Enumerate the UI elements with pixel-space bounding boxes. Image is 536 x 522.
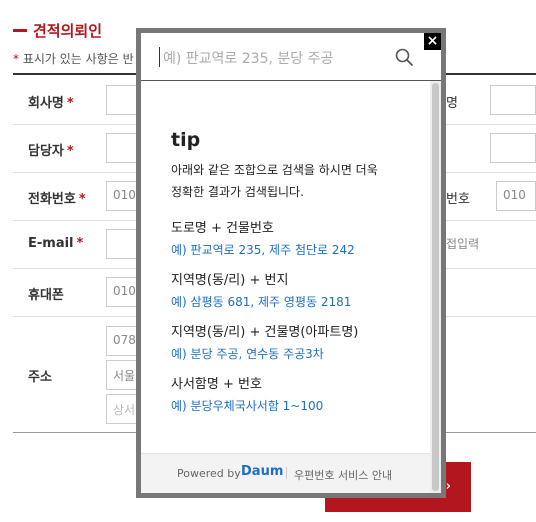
powered-by-text: Powered by: [177, 467, 241, 480]
example-head: 지역명(동/리) + 건물명(아파트명): [171, 325, 359, 340]
postcode-guide-link[interactable]: 우편번호 서비스 안내: [294, 467, 392, 483]
postcode-popup-frame: 예) 판교역로 235, 분당 주공 tip 아래와 같은 조합으로 검색을 하…: [136, 28, 446, 498]
address-label: 주소: [28, 370, 52, 385]
phone-input[interactable]: 010: [106, 181, 138, 211]
arrow-right-icon: ›: [445, 479, 451, 494]
right-phone-input[interactable]: 010: [496, 181, 536, 211]
text-caret: [159, 47, 160, 67]
required-star: *: [13, 52, 19, 66]
footer-divider: [286, 467, 287, 479]
daum-logo[interactable]: Daum: [241, 464, 283, 479]
mobile-label: 휴대폰: [28, 288, 64, 303]
address-detail-input[interactable]: 상서: [106, 394, 138, 424]
right-phone-label: 번호: [446, 192, 470, 207]
company-input[interactable]: [106, 85, 138, 115]
example-value: 예) 삼평동 681, 제주 영평동 2181: [171, 295, 352, 309]
title-bar: [13, 29, 27, 32]
example-value: 예) 판교역로 235, 제주 첨단로 242: [171, 243, 355, 257]
company-label: 회사명 *: [28, 96, 74, 111]
example-value: 예) 분당 주공, 연수동 주공3차: [171, 347, 324, 361]
email-input[interactable]: [106, 229, 138, 259]
search-icon[interactable]: [394, 47, 414, 67]
popup-footer: Powered by Daum 우편번호 서비스 안내: [141, 453, 430, 493]
email-domain-hint: 접입력: [446, 237, 480, 251]
mobile-input[interactable]: 010: [106, 277, 138, 307]
email-label: E-mail *: [28, 236, 84, 251]
close-button[interactable]: ×: [424, 33, 441, 50]
manager-input[interactable]: [106, 133, 138, 163]
phone-label: 전화번호 *: [28, 192, 86, 207]
postcode-popup: 예) 판교역로 235, 분당 주공 tip 아래와 같은 조합으로 검색을 하…: [141, 33, 441, 493]
postcode-input[interactable]: 078: [106, 326, 138, 356]
notice-text: 표시가 있는 사항은 반: [22, 52, 134, 66]
page: 견적의뢰인 * 표시가 있는 사항은 반 회사명 * 명 담당자 * 전화번호 * 0…: [0, 0, 536, 522]
scrollbar-thumb[interactable]: [432, 83, 439, 491]
example-value: 예) 분당우체국사서함 1~100: [171, 399, 324, 413]
search-bar: 예) 판교역로 235, 분당 주공: [141, 33, 441, 81]
close-icon: ×: [426, 33, 439, 49]
section-title: 견적의뢰인: [13, 20, 102, 41]
section-title-text: 견적의뢰인: [33, 22, 103, 40]
example-head: 사서함명 + 번호: [171, 377, 262, 392]
example-head: 도로명 + 건물번호: [171, 221, 274, 236]
right-input-2[interactable]: [490, 133, 536, 163]
example-head: 지역명(동/리) + 번지: [171, 273, 289, 288]
tip-description: 아래와 같은 조합으로 검색을 하시면 더욱 정확한 결과가 검색됩니다.: [171, 163, 378, 199]
popup-scrollbar[interactable]: [430, 81, 441, 493]
manager-label: 담당자 *: [28, 144, 74, 159]
required-notice: * 표시가 있는 사항은 반: [13, 50, 134, 67]
search-input[interactable]: 예) 판교역로 235, 분당 주공: [163, 48, 333, 68]
right-label-top: 명: [446, 96, 458, 111]
right-input-1[interactable]: [490, 85, 536, 115]
address-input[interactable]: 서울: [106, 360, 138, 390]
tip-title: tip: [171, 129, 201, 151]
